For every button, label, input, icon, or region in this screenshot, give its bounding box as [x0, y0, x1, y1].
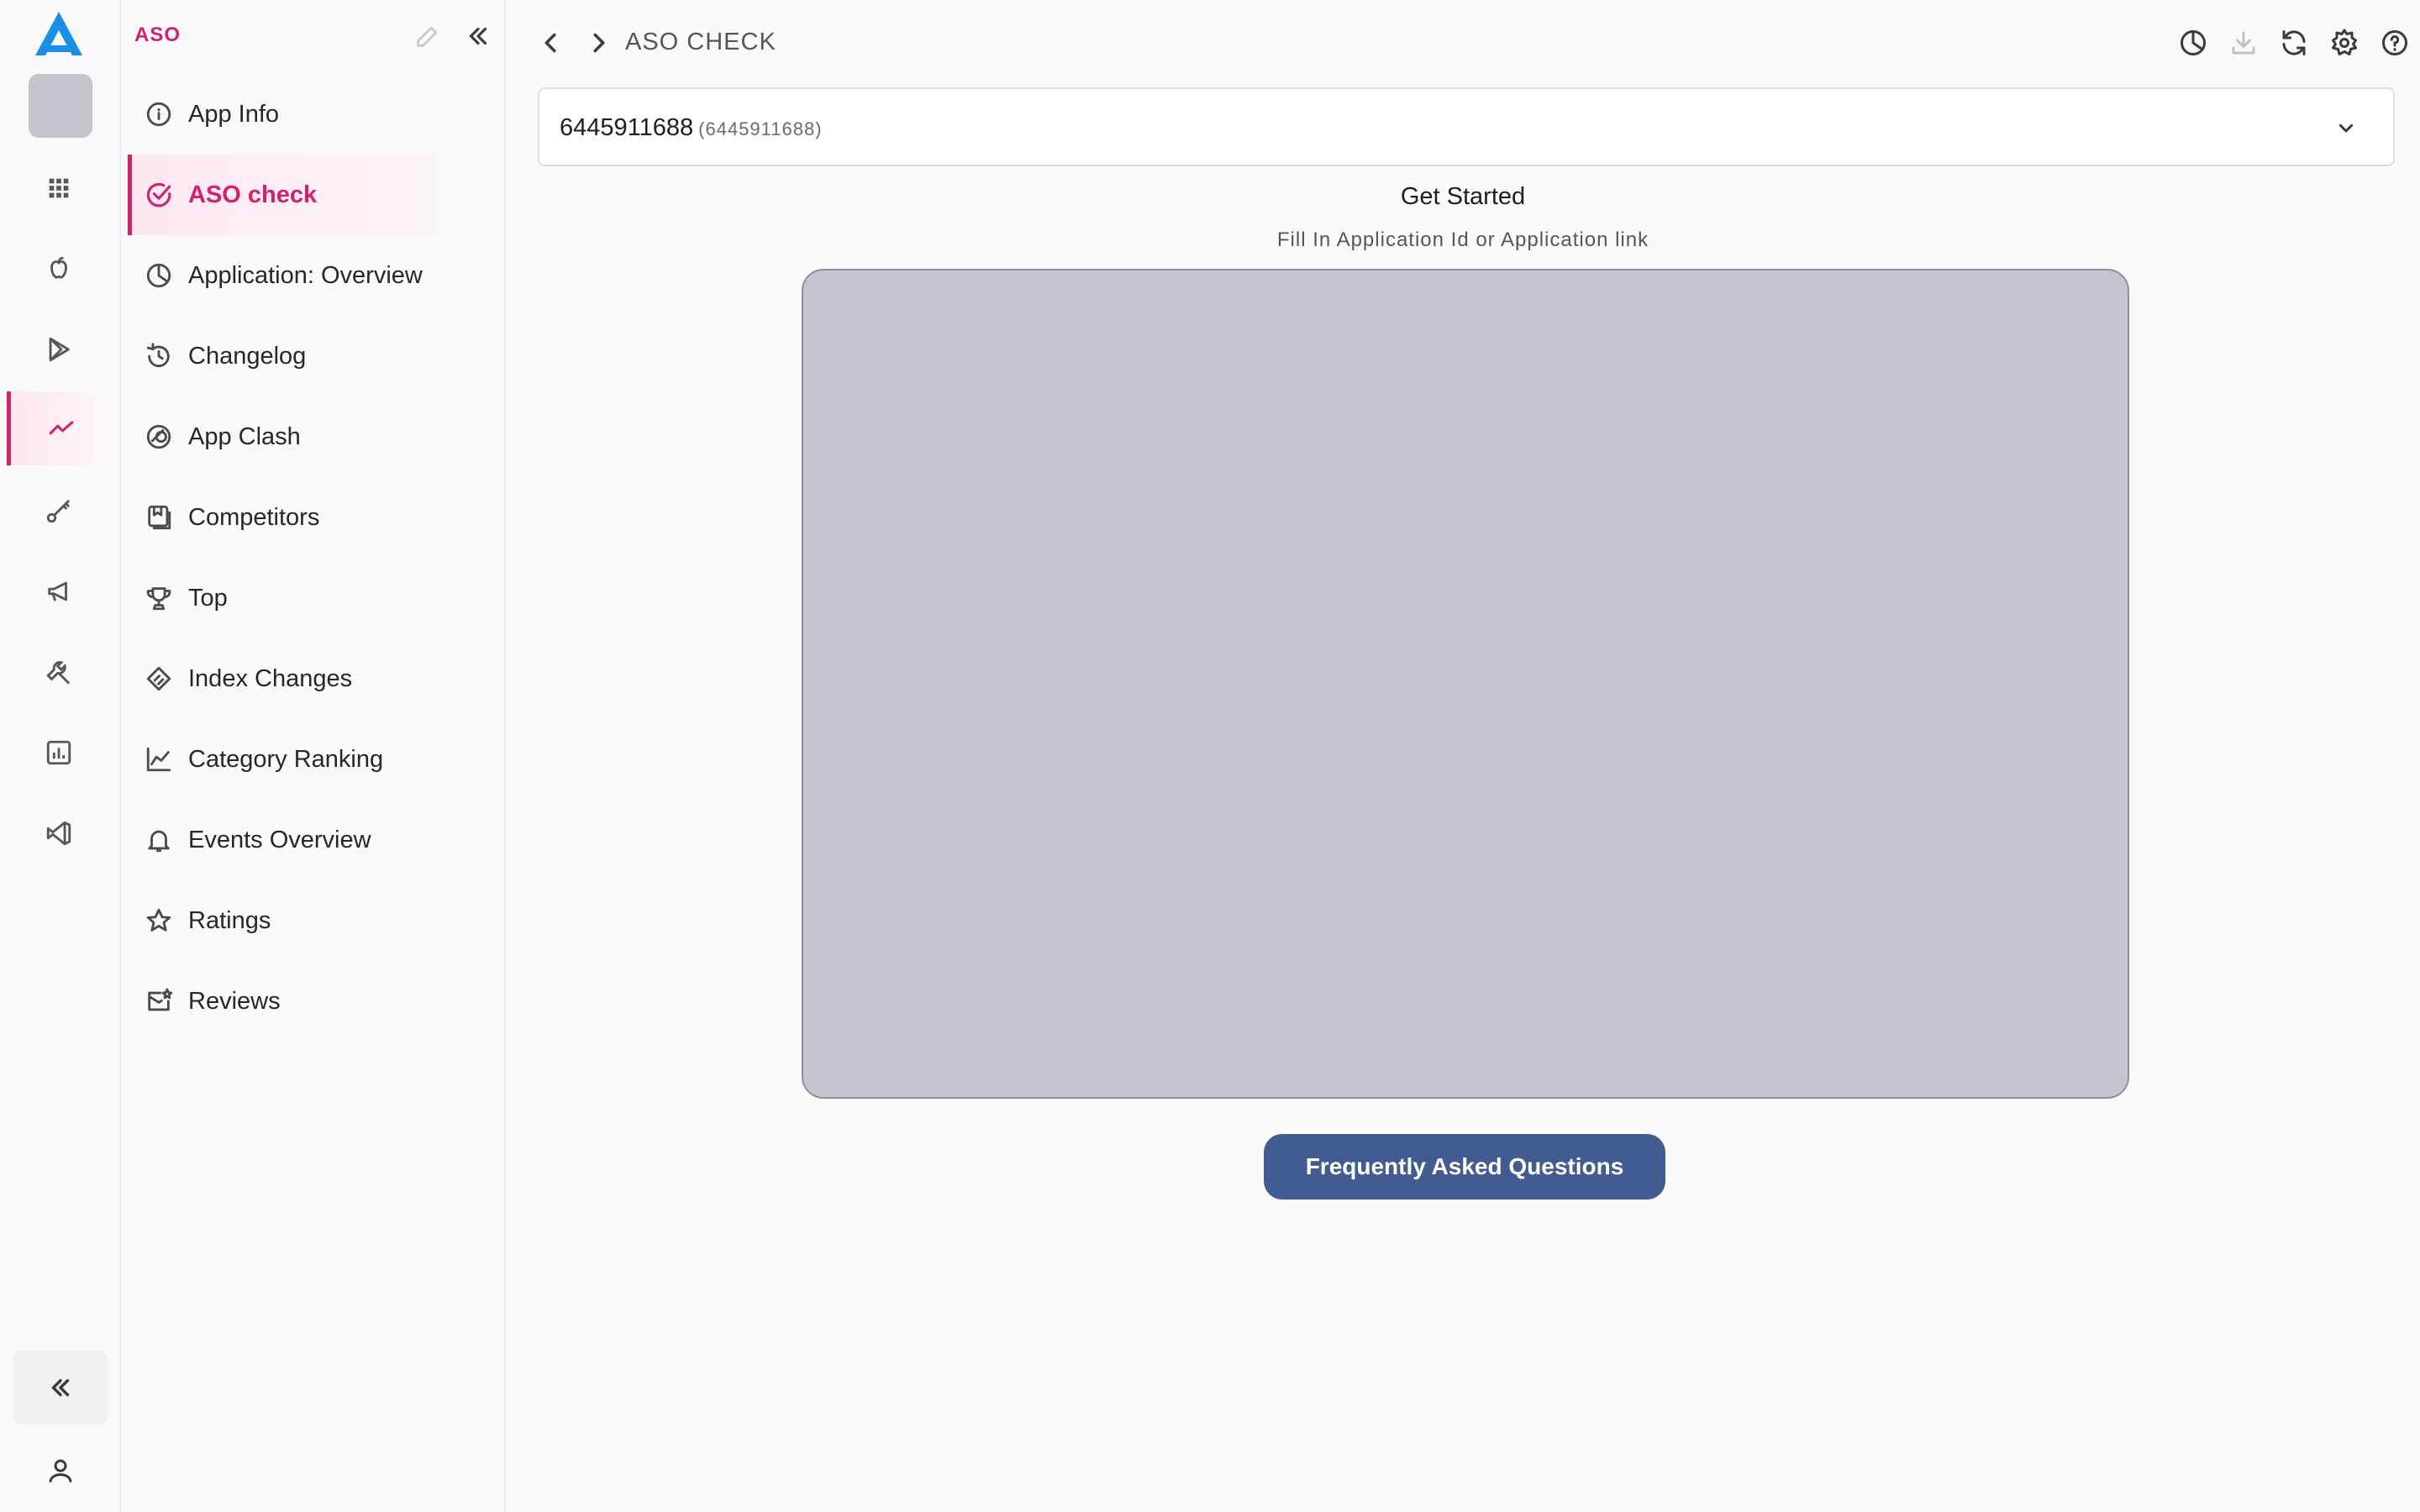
- section-title: ASO: [134, 24, 182, 46]
- sidebar-item-label: ASO check: [188, 181, 318, 208]
- sidebar-item-label: Reviews: [188, 987, 281, 1015]
- sidebar-item-label: App Clash: [188, 423, 301, 450]
- competitors-icon: [148, 505, 171, 530]
- sidebar-item-app-info[interactable]: App Info: [128, 74, 497, 155]
- vscode-icon[interactable]: [8, 796, 109, 870]
- aso-trend-icon[interactable]: [7, 391, 112, 465]
- sidebar-item-label: Competitors: [188, 503, 320, 531]
- sidebar-item-label: Category Ranking: [188, 745, 384, 773]
- app-select[interactable]: 6445911688 (6445911688): [538, 87, 2395, 166]
- faq-button[interactable]: Frequently Asked Questions: [1264, 1134, 1665, 1200]
- app-id-sub: (6445911688): [698, 118, 823, 139]
- sidebar-item-competitors[interactable]: Competitors: [128, 477, 497, 558]
- tools-icon[interactable]: [8, 635, 109, 709]
- icon-rail: [0, 0, 121, 1512]
- sidebar-item-label: Ratings: [188, 906, 271, 934]
- back-button[interactable]: [534, 27, 566, 59]
- reviews-icon: [148, 988, 173, 1011]
- sidebar-item-label: Changelog: [188, 342, 307, 370]
- pie-chart-icon: [146, 263, 171, 288]
- grid-icon[interactable]: [8, 151, 109, 225]
- page-title: Get Started: [1400, 183, 1526, 210]
- clash-circles-icon: [146, 424, 171, 449]
- page-subtitle: Fill In Application Id or Application li…: [1276, 228, 1649, 251]
- sidebar-item-changelog[interactable]: Changelog: [128, 316, 497, 396]
- main-content: ASO CHECK 6445911688 (6445911688) Get Sta: [506, 0, 2420, 1512]
- sidebar-item-top[interactable]: Top: [128, 558, 497, 638]
- user-icon: [49, 1459, 72, 1483]
- breadcrumb: ASO CHECK: [625, 29, 776, 55]
- download-icon[interactable]: [2218, 25, 2269, 60]
- index-changes-icon: [146, 666, 171, 691]
- sidebar-item-application-overview[interactable]: Application: Overview: [128, 235, 497, 316]
- bell-icon: [148, 830, 170, 853]
- refresh-icon[interactable]: [2269, 25, 2319, 60]
- sidebar-item-label: Top: [188, 584, 228, 612]
- key-icon[interactable]: [8, 474, 109, 548]
- sidebar-item-aso-check[interactable]: ASO check: [128, 155, 497, 235]
- chevron-down-icon: [2338, 123, 2354, 133]
- collapse-menu-button[interactable]: [13, 1351, 108, 1425]
- sidebar-item-app-clash[interactable]: App Clash: [128, 396, 497, 477]
- gear-icon[interactable]: [2319, 25, 2370, 60]
- trophy-icon: [146, 587, 171, 611]
- sidebar-item-label: Index Changes: [188, 664, 353, 692]
- chevron-left-icon: [544, 33, 556, 53]
- user-profile-button[interactable]: [29, 1445, 92, 1497]
- app-id: 6445911688: [560, 114, 694, 141]
- check-circle-icon: [146, 182, 171, 207]
- sidebar-item-events-overview[interactable]: Events Overview: [128, 800, 497, 880]
- report-chart-icon[interactable]: [8, 716, 109, 790]
- top-bar: ASO CHECK: [506, 0, 2420, 84]
- pie-chart-icon[interactable]: [2168, 25, 2218, 60]
- apple-icon[interactable]: [8, 232, 109, 306]
- double-chevron-left-icon: [469, 27, 487, 45]
- sidebar-item-label: App Info: [188, 100, 280, 128]
- chevron-right-icon: [593, 33, 605, 53]
- sidebar-item-reviews[interactable]: Reviews: [128, 961, 497, 1042]
- forward-button[interactable]: [583, 27, 615, 59]
- sidebar-item-category-ranking[interactable]: Category Ranking: [128, 719, 497, 800]
- line-chart-icon: [146, 747, 171, 772]
- edit-icon[interactable]: [413, 22, 442, 50]
- sidebar-item-label: Application: Overview: [188, 261, 423, 289]
- content-placeholder: [802, 269, 2129, 1099]
- sidebar-item-ratings[interactable]: Ratings: [128, 880, 497, 961]
- toolbar-icons: [2168, 25, 2420, 60]
- app-logo-icon[interactable]: [34, 10, 84, 57]
- double-chevron-left-icon: [51, 1378, 70, 1397]
- history-icon: [146, 343, 170, 368]
- section-sidebar: ASO App Info ASO check Application: Over…: [121, 0, 506, 1512]
- app-avatar[interactable]: [29, 74, 92, 138]
- megaphone-icon[interactable]: [8, 554, 109, 628]
- info-icon: [146, 102, 171, 127]
- collapse-sidebar-button[interactable]: [464, 22, 492, 50]
- sidebar-item-index-changes[interactable]: Index Changes: [128, 638, 497, 719]
- help-icon[interactable]: [2370, 25, 2420, 60]
- star-icon: [146, 908, 171, 932]
- sidebar-item-label: Events Overview: [188, 826, 371, 853]
- app-select-value: 6445911688 (6445911688): [560, 114, 823, 142]
- google-play-icon[interactable]: [8, 312, 109, 386]
- sidebar-nav: App Info ASO check Application: Overview…: [128, 74, 497, 1042]
